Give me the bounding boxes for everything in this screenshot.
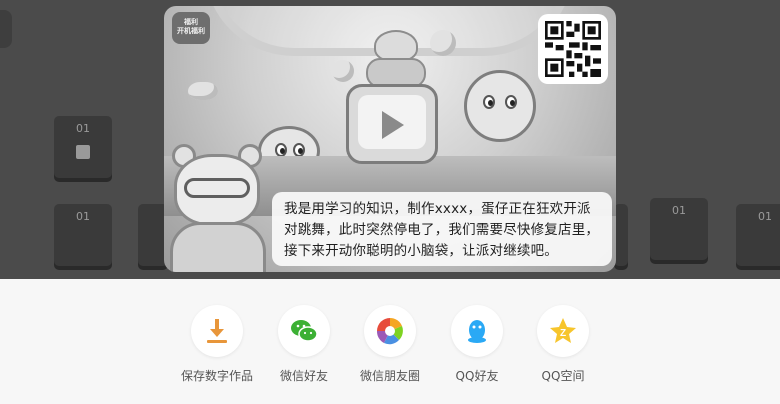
wechat-moments-button[interactable]: 微信朋友圈 (345, 305, 435, 384)
astronaut-character (464, 70, 536, 142)
wechat-friend-button[interactable]: 微信好友 (259, 305, 349, 384)
side-tab[interactable] (0, 10, 12, 48)
level-number: 01 (758, 210, 772, 223)
badge-title: 福利 (184, 18, 198, 26)
qzone-label: QQ空间 (541, 369, 585, 383)
planet-illustration (430, 30, 456, 56)
share-panel: 保存数字作品 微信好友 微信朋友圈 QQ好友 Z QQ空间 (0, 279, 780, 404)
story-dialog: 我是用学习的知识，制作xxxx，蛋仔正在狂欢开派对跳舞，此时突然停电了，我们需要… (272, 192, 612, 266)
qq-friend-button[interactable]: QQ好友 (432, 305, 522, 384)
edit-icon (76, 145, 90, 159)
level-tile[interactable] (614, 204, 628, 266)
level-tile[interactable]: 01 (736, 204, 780, 266)
level-number: 01 (672, 204, 686, 217)
badge-subtitle: 开机福利 (177, 27, 205, 35)
level-tile[interactable]: 01 (54, 116, 112, 178)
promo-card[interactable]: 福利 开机福利 我是用学习的知识，制作xxxx，蛋仔正在狂欢开派对跳舞，此时突然… (164, 6, 616, 272)
robot-character (362, 30, 430, 90)
qr-code-icon (545, 21, 601, 77)
moments-icon (364, 305, 416, 357)
planet-illustration (332, 60, 354, 82)
wechat-moments-label: 微信朋友圈 (359, 369, 420, 383)
save-artwork-button[interactable]: 保存数字作品 (172, 305, 262, 384)
bear-character (170, 144, 266, 272)
svg-text:Z: Z (560, 328, 566, 339)
welfare-badge[interactable]: 福利 开机福利 (172, 12, 210, 44)
play-icon[interactable] (382, 111, 404, 139)
qq-friend-label: QQ好友 (455, 369, 499, 383)
qzone-button[interactable]: Z QQ空间 (518, 305, 608, 384)
wechat-friend-label: 微信好友 (279, 369, 328, 383)
level-tile[interactable]: 01 (650, 198, 708, 260)
level-number: 01 (76, 122, 90, 135)
download-icon (191, 305, 243, 357)
level-number: 01 (76, 210, 90, 223)
video-monitor[interactable] (346, 84, 438, 164)
qr-code (538, 14, 608, 84)
wechat-icon (278, 305, 330, 357)
planet-illustration (188, 82, 218, 100)
qq-icon (451, 305, 503, 357)
level-tile[interactable]: 01 (54, 204, 112, 266)
story-text: 我是用学习的知识，制作xxxx，蛋仔正在狂欢开派对跳舞，此时突然停电了，我们需要… (284, 201, 600, 259)
qzone-icon: Z (537, 305, 589, 357)
save-artwork-label: 保存数字作品 (180, 369, 253, 383)
